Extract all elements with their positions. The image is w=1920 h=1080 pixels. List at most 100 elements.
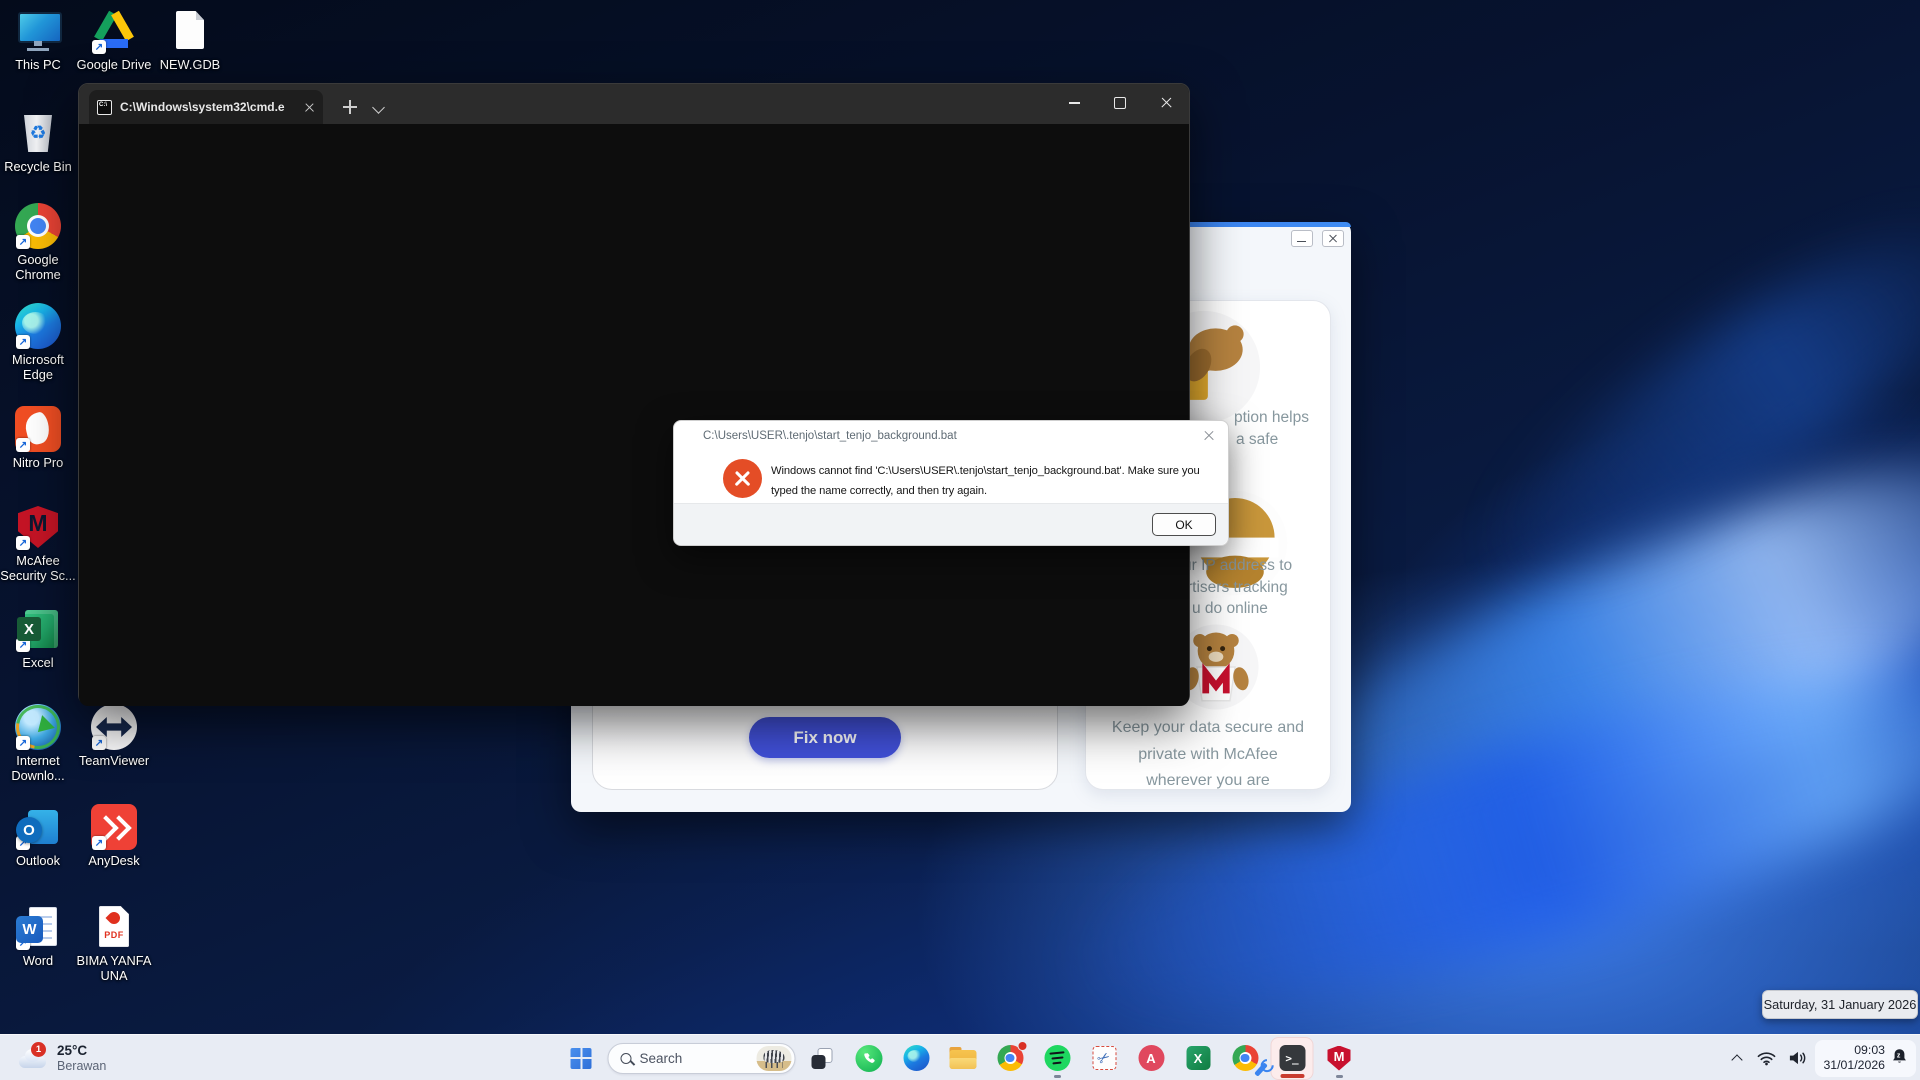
desktop-icon-new-gdb[interactable]: NEW.GDB [140,8,240,72]
fix-now-button[interactable]: Fix now [749,717,901,758]
terminal-body[interactable] [79,124,1189,706]
desktop-icon-bima-pdf[interactable]: BIMA YANFA UNA [64,904,164,983]
taskbar-chrome-tools[interactable] [1225,1038,1266,1079]
new-tab-button[interactable] [335,92,365,122]
search-input[interactable] [640,1051,749,1066]
windows-logo-icon [571,1048,592,1069]
minimize-button[interactable] [1291,230,1313,247]
svg-text:z: z [1897,1051,1901,1059]
desktop-icon-mcafee[interactable]: McAfee Security Sc... [0,504,88,583]
start-button[interactable] [561,1038,602,1079]
terminal-tab-title: C:\Windows\system32\cmd.e [120,100,285,114]
shortcut-arrow-icon [16,836,30,850]
terminal-icon: >_ [1279,1045,1305,1071]
spotify-icon [1044,1045,1070,1071]
file-explorer-icon [950,1047,977,1069]
close-icon[interactable] [1200,427,1218,445]
volume-icon[interactable] [1784,1043,1810,1073]
taskbar-mcafee[interactable] [1319,1038,1360,1079]
shortcut-arrow-icon [92,736,106,750]
shortcut-arrow-icon [16,438,30,452]
tray-date: 31/01/2026 [1823,1058,1885,1074]
desktop-icon-anydesk[interactable]: AnyDesk [64,804,164,868]
taskbar-anydesk[interactable]: A [1131,1038,1172,1079]
nitro-pro-icon [15,406,61,452]
tray-chevron-up-icon[interactable] [1726,1043,1748,1073]
desktop: This PC Google Drive NEW.GDB Recycle Bin… [0,0,1920,1080]
file-icon [167,8,213,54]
desktop-icon-label: Nitro Pro [0,455,79,470]
weather-temp: 25°C [57,1043,106,1059]
taskbar-terminal-active[interactable]: >_ [1272,1038,1313,1079]
minimize-button[interactable] [1051,84,1097,122]
terminal-tab[interactable]: C:\Windows\system32\cmd.e [89,90,323,124]
promo-text-fragment: ption helps [1234,409,1309,427]
close-button[interactable] [1143,84,1189,122]
desktop-icon-nitro-pro[interactable]: Nitro Pro [0,406,88,470]
tray-time: 09:03 [1823,1043,1885,1059]
anydesk-icon: A [1138,1045,1164,1071]
maximize-button[interactable] [1097,84,1143,122]
taskbar-excel[interactable]: X [1178,1038,1219,1079]
desktop-icon-google-chrome[interactable]: Google Chrome [0,203,88,282]
notification-badge: 1 [31,1042,46,1057]
recycle-bin-icon [15,110,61,156]
taskbar: 1 25°C Berawan [0,1034,1920,1080]
notification-bell-icon[interactable]: z [1891,1047,1908,1070]
adobe-flower-icon [106,910,123,927]
folder-front [950,1058,977,1069]
mcafee-shield-icon [1328,1046,1351,1071]
shortcut-arrow-icon [16,736,30,750]
internet-download-manager-icon [15,704,61,750]
google-drive-icon [91,8,137,54]
shortcut-arrow-icon [16,638,30,652]
taskbar-edge[interactable] [896,1038,937,1079]
shortcut-arrow-icon [92,40,106,54]
excel-icon [15,606,61,652]
taskbar-chrome[interactable] [990,1038,1031,1079]
tab-close-icon[interactable] [304,102,315,113]
whatsapp-icon [856,1045,883,1072]
taskbar-file-explorer[interactable] [943,1038,984,1079]
weather-condition: Berawan [57,1059,106,1074]
search-daily-image-zebra[interactable] [757,1046,792,1071]
chrome-icon [15,203,61,249]
desktop-icon-label: McAfee Security Sc... [0,553,79,583]
shortcut-arrow-icon [92,836,106,850]
taskbar-whatsapp[interactable] [849,1038,890,1079]
teamviewer-icon [91,704,137,750]
ok-button[interactable]: OK [1152,513,1216,536]
shortcut-arrow-icon [16,335,30,349]
taskbar-spotify[interactable] [1037,1038,1078,1079]
taskbar-snipping-tool[interactable]: ✂ [1084,1038,1125,1079]
dialog-footer: OK [674,503,1228,545]
desktop-icon-label: Excel [0,655,79,670]
window-controls [1051,84,1189,124]
terminal-window: C:\Windows\system32\cmd.e [78,83,1190,705]
cloud-icon: 1 [18,1047,48,1069]
desktop-icon-label: Google Chrome [0,252,79,282]
desktop-icon-recycle-bin[interactable]: Recycle Bin [0,110,88,174]
shortcut-arrow-icon [16,235,30,249]
weather-widget[interactable]: 1 25°C Berawan [10,1035,114,1080]
close-button[interactable] [1322,230,1344,247]
system-tray: 09:03 31/01/2026 z [1726,1035,1916,1080]
chevron-down-icon[interactable] [367,92,391,122]
terminal-titlebar[interactable]: C:\Windows\system32\cmd.e [79,84,1189,124]
mcafee-shield-icon [15,504,61,550]
wifi-icon[interactable] [1753,1043,1779,1073]
clock-area[interactable]: 09:03 31/01/2026 z [1815,1040,1916,1077]
edge-icon [903,1045,929,1071]
cmd-icon [97,100,112,115]
task-view-icon [812,1048,833,1069]
desktop-icon-teamviewer[interactable]: TeamViewer [64,704,164,768]
taskbar-search[interactable] [608,1043,796,1074]
desktop-icon-microsoft-edge[interactable]: Microsoft Edge [0,303,88,382]
error-dialog: C:\Users\USER\.tenjo\start_tenjo_backgro… [673,420,1229,546]
promo-text-fragment: u do online [1192,600,1268,618]
desktop-icon-label: BIMA YANFA UNA [73,953,155,983]
anydesk-icon [91,804,137,850]
task-view-button[interactable] [802,1038,843,1079]
desktop-icon-excel[interactable]: Excel [0,606,88,670]
chrome-icon [1232,1045,1258,1071]
